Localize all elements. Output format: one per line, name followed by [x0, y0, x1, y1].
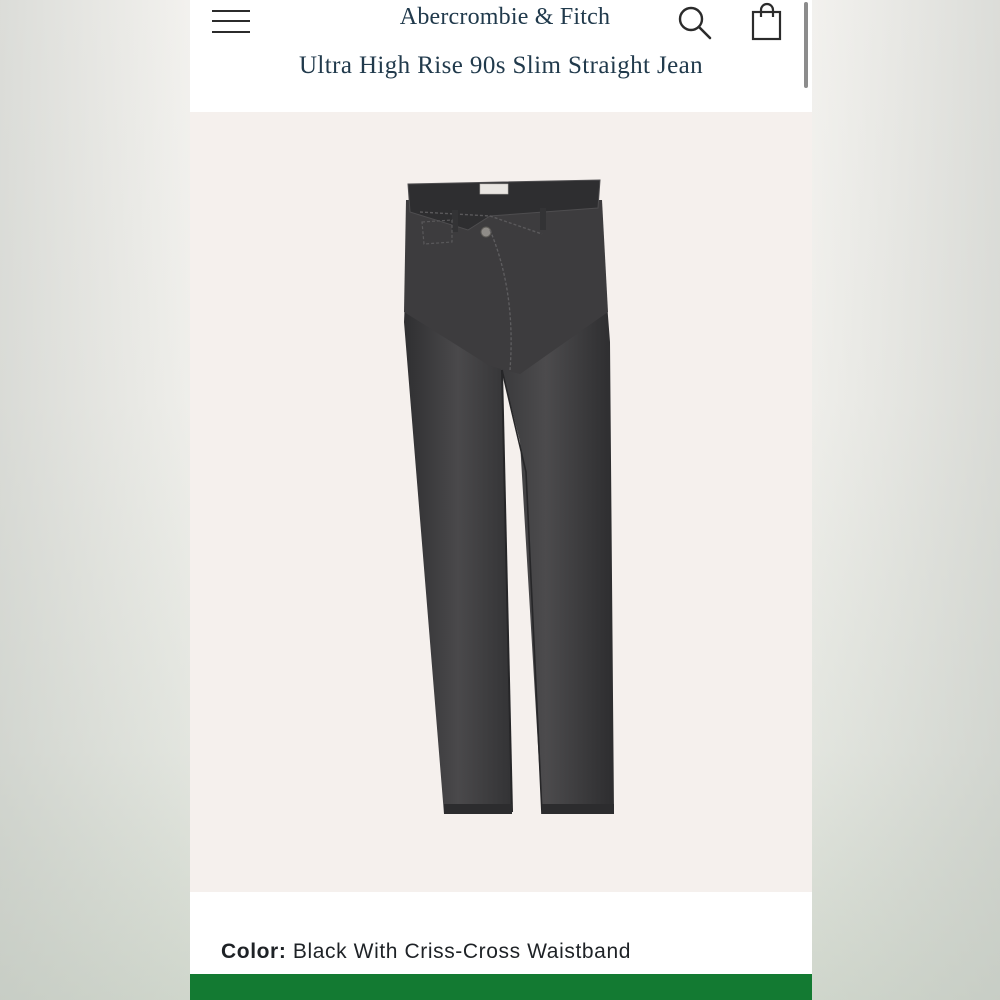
color-label: Color:	[221, 940, 287, 963]
add-to-bag-bar[interactable]	[190, 974, 812, 1000]
mobile-screen: Abercrombie & Fitch Ultra High Rise 90s …	[190, 0, 812, 1000]
product-title: Ultra High Rise 90s Slim Straight Jean	[298, 52, 704, 79]
color-value: Black With Criss-Cross Waistband	[292, 940, 632, 963]
product-image[interactable]	[190, 112, 812, 892]
shopping-bag-icon[interactable]	[750, 2, 784, 42]
site-header: Abercrombie & Fitch Ultra High Rise 90s …	[190, 0, 812, 112]
brand-logo[interactable]: Abercrombie & Fitch	[340, 4, 670, 31]
color-selection-row: Color: Black With Criss-Cross Waistband	[221, 940, 631, 964]
jeans-illustration	[404, 179, 614, 815]
backdrop-left	[0, 0, 190, 1000]
backdrop-right	[812, 0, 1000, 1000]
hamburger-menu-icon[interactable]	[212, 8, 252, 38]
search-icon[interactable]	[676, 4, 714, 42]
